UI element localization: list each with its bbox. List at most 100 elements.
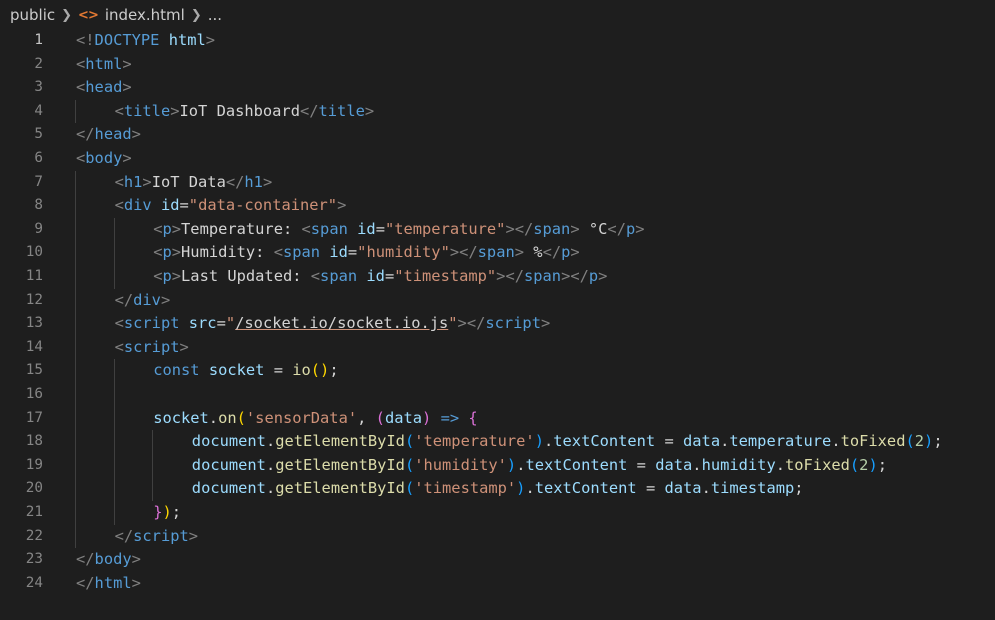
code-token: 'humidity' [414, 455, 507, 474]
code-line[interactable]: 16 [0, 383, 995, 407]
code-token: . [831, 432, 841, 451]
code-line[interactable]: 6 <body> [0, 147, 995, 171]
code-token: "data-container" [188, 196, 338, 215]
code-line[interactable]: 4 <title>IoT Dashboard</title> [0, 100, 995, 124]
html-file-icon: <> [78, 7, 99, 23]
line-number: 15 [25, 362, 43, 379]
code-line[interactable]: 22 </script> [0, 525, 995, 549]
code-token: % [524, 243, 543, 262]
code-line[interactable]: 18 document.getElementById('temperature')… [0, 430, 995, 454]
code-token: < [310, 267, 321, 285]
line-number: 7 [34, 173, 43, 190]
code-token: </ [114, 526, 134, 545]
code-token: div [123, 196, 152, 215]
code-token: . [775, 455, 785, 474]
code-text: <h1>IoT Data</h1> [115, 171, 273, 195]
code-line[interactable]: 10 <p>Humidity: <span id="humidity"></spa… [0, 241, 995, 265]
code-line[interactable]: 7 <h1>IoT Data</h1> [0, 171, 995, 195]
code-token: </ [114, 290, 134, 309]
code-token: h1 [123, 172, 143, 191]
code-token: < [273, 243, 283, 262]
code-token: ; [933, 432, 943, 451]
code-token: on [218, 408, 237, 427]
code-token: . [265, 479, 276, 498]
code-token: DOCTYPE [94, 31, 160, 49]
line-number: 24 [25, 574, 43, 591]
code-token: > [122, 149, 132, 167]
breadcrumb: public ❯ <> index.html ❯ ... [0, 0, 995, 30]
code-text: <p>Temperature: <span id="temperature"><… [153, 218, 644, 242]
code-token: getElementById [275, 432, 405, 451]
code-line[interactable]: 17 socket.on('sensorData', (data) => { [0, 407, 995, 431]
code-token: = [627, 455, 656, 474]
code-token: </ [225, 172, 245, 191]
code-text: <!DOCTYPE html> [76, 29, 215, 53]
code-token: . [720, 432, 730, 451]
line-number: 14 [25, 338, 43, 355]
code-line[interactable]: 9 <p>Temperature: <span id="temperature">… [0, 218, 995, 242]
code-line[interactable]: 19 document.getElementById('humidity').te… [0, 454, 995, 478]
code-line[interactable]: 13 <script src="/socket.io/socket.io.js">… [0, 312, 995, 336]
code-token: = [179, 196, 189, 215]
code-token: document [191, 432, 266, 451]
line-number: 6 [34, 150, 43, 166]
code-token: body [85, 149, 123, 167]
code-token: ></ [457, 314, 486, 333]
code-line[interactable]: 12 </div> [0, 289, 995, 313]
code-token: head [94, 125, 132, 144]
code-token: timestamp [710, 479, 795, 498]
code-token: ( [905, 432, 915, 451]
code-token: ></ [449, 243, 478, 262]
code-token: > [540, 314, 551, 333]
code-editor[interactable]: 1 <!DOCTYPE html> 2 <html> 3 <head> 4 <title>Io… [0, 29, 995, 620]
chevron-right-icon: ❯ [190, 7, 202, 23]
code-token: IoT Dashboard [179, 101, 300, 120]
code-token: "timestamp" [394, 267, 497, 285]
code-token: html [94, 573, 132, 592]
code-token: p [625, 219, 636, 238]
code-token: ></ [561, 267, 589, 285]
code-token: </ [607, 219, 626, 238]
code-token: => [440, 408, 460, 427]
code-line[interactable]: 24 </html> [0, 572, 995, 596]
code-line[interactable]: 3 <head> [0, 76, 995, 100]
code-line[interactable]: 1 <!DOCTYPE html> [0, 29, 995, 53]
code-token: < [301, 219, 311, 238]
code-token: </ [76, 125, 95, 144]
code-line[interactable]: 5 </head> [0, 123, 995, 147]
code-text: </html> [76, 572, 141, 596]
code-token: span [310, 219, 348, 238]
code-line[interactable]: 23 </body> [0, 548, 995, 572]
code-token: id [329, 243, 348, 262]
code-token: = [216, 314, 226, 333]
code-token: id [357, 219, 376, 238]
code-token: > [131, 125, 141, 144]
code-text: <div id="data-container"> [115, 194, 347, 218]
code-token: < [76, 78, 86, 97]
breadcrumb-file[interactable]: index.html [105, 6, 185, 24]
code-token: 'sensorData' [245, 408, 358, 427]
breadcrumb-folder[interactable]: public [10, 6, 55, 24]
code-token: . [208, 408, 219, 427]
code-token: ) [162, 503, 172, 521]
code-token: > [262, 172, 273, 191]
code-token: </ [76, 573, 95, 592]
code-token[interactable]: /socket.io/socket.io.js [235, 314, 448, 332]
breadcrumb-more[interactable]: ... [208, 6, 222, 24]
code-line[interactable]: 15 const socket = io(); [0, 359, 995, 383]
code-token: document [191, 479, 266, 498]
code-line[interactable]: 2 <html> [0, 53, 995, 77]
code-line[interactable]: 14 <script> [0, 336, 995, 360]
code-line[interactable]: 20 document.getElementById('timestamp').t… [0, 477, 995, 501]
code-line[interactable]: 11 <p>Last Updated: <span id="timestamp">… [0, 265, 995, 289]
code-token: > [131, 550, 141, 569]
code-line[interactable]: 21}); [0, 501, 995, 525]
code-token: > [160, 290, 171, 309]
code-line[interactable]: 8 <div id="data-container"> [0, 194, 995, 218]
